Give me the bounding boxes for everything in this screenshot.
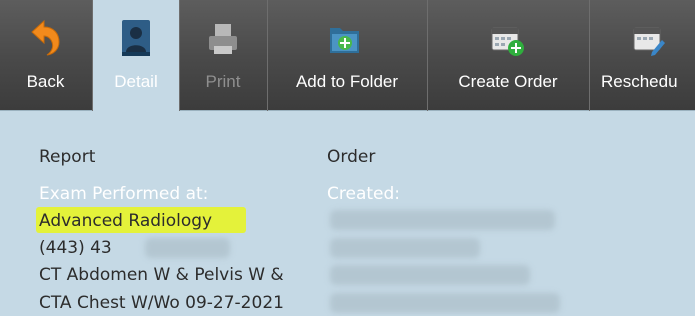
facility-phone: (443) 43 bbox=[39, 238, 112, 258]
order-heading: Order bbox=[327, 147, 376, 167]
calendar-edit-icon bbox=[633, 27, 665, 56]
facility-name: Advanced Radiology bbox=[39, 211, 213, 231]
exam-performed-label: Exam Performed at: bbox=[39, 184, 209, 204]
redacted-created-line4 bbox=[330, 293, 560, 313]
detail-tab-button[interactable]: Detail bbox=[93, 0, 179, 111]
add-to-folder-button[interactable]: Add to Folder bbox=[268, 0, 426, 111]
redacted-created-line3 bbox=[330, 265, 530, 285]
back-button-label: Back bbox=[26, 72, 65, 91]
toolbar: Back Detail Print Add to Folder Create O… bbox=[0, 0, 695, 111]
back-button[interactable]: Back bbox=[0, 0, 91, 111]
print-button[interactable]: Print bbox=[180, 0, 266, 111]
add-to-folder-label: Add to Folder bbox=[295, 72, 399, 91]
exam-description-line1: CT Abdomen W & Pelvis W & bbox=[39, 265, 284, 285]
create-order-label: Create Order bbox=[458, 72, 558, 91]
created-label: Created: bbox=[327, 184, 401, 204]
calendar-add-icon bbox=[491, 27, 524, 56]
report-heading: Report bbox=[39, 147, 96, 167]
print-button-label: Print bbox=[205, 72, 241, 91]
printer-icon bbox=[209, 24, 237, 54]
detail-button-label: Detail bbox=[114, 72, 158, 91]
redacted-phone-digits bbox=[145, 238, 230, 258]
reschedule-label: Reschedu bbox=[601, 72, 678, 91]
reschedule-button[interactable]: Reschedu bbox=[590, 0, 695, 111]
redacted-created-line2 bbox=[330, 238, 480, 258]
back-arrow-icon bbox=[31, 19, 60, 56]
redacted-created-line1 bbox=[330, 210, 555, 230]
create-order-button[interactable]: Create Order bbox=[428, 0, 588, 111]
exam-description-line2: CTA Chest W/Wo 09-27-2021 bbox=[39, 293, 284, 313]
person-detail-icon bbox=[122, 20, 150, 56]
add-to-folder-icon bbox=[330, 28, 359, 53]
